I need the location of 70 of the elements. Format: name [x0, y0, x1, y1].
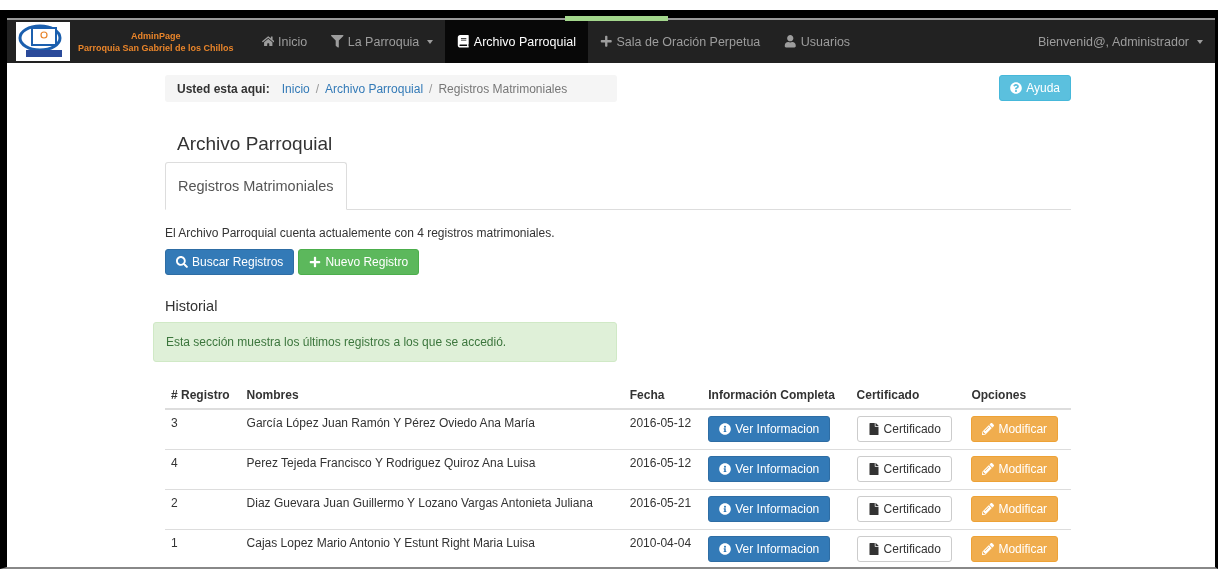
column-header: Fecha [623, 382, 703, 409]
search-icon [176, 256, 188, 268]
view-info-button[interactable]: Ver Informacion [708, 416, 831, 442]
help-icon [1010, 82, 1023, 94]
info-icon [719, 543, 732, 555]
table-cell: García López Juan Ramón Y Pérez Oviedo Ana María [240, 409, 624, 450]
section-title: Historial [165, 298, 219, 314]
table-cell: 3 [165, 409, 241, 450]
column-header: Certificado [850, 382, 966, 409]
home-icon [261, 35, 275, 48]
info-icon [719, 503, 732, 515]
breadcrumb-separator: / [429, 81, 433, 96]
column-header: Información Completa [702, 382, 851, 409]
file-icon [867, 543, 880, 555]
table-cell: Diaz Guevara Juan Guillermo Y Lozano Vargas Antonieta Juliana [240, 489, 624, 530]
pencil-icon [982, 423, 995, 435]
view-info-button[interactable]: Ver Informacion [708, 496, 831, 522]
column-header: Opciones [965, 382, 1071, 409]
certificate-button[interactable]: Certificado [856, 456, 952, 482]
table-cell: 4 [165, 449, 241, 490]
plus-icon [599, 35, 613, 48]
caret-icon [1197, 39, 1203, 44]
breadcrumb-label: Usted esta aqui: [177, 81, 270, 96]
nav-link[interactable]: La Parroquia [319, 20, 446, 63]
funnel-icon [331, 35, 344, 48]
caret-icon [427, 39, 434, 44]
view-info-button[interactable]: Ver Informacion [708, 456, 831, 482]
table-cell: 2016-05-21 [623, 489, 703, 530]
info-icon [719, 463, 732, 475]
table-cell: 2016-05-12 [623, 409, 703, 450]
certificate-button[interactable]: Certificado [856, 496, 952, 522]
pencil-icon [982, 503, 995, 515]
book-icon [457, 35, 470, 48]
new-record-button[interactable]: Nuevo Registro [298, 249, 420, 275]
breadcrumb-link[interactable]: Inicio [281, 81, 310, 96]
info-icon [719, 423, 732, 435]
nav-link[interactable]: Sala de Oración Perpetua [587, 20, 773, 63]
column-header: Nombres [240, 382, 624, 409]
user-icon [784, 35, 797, 48]
file-icon [867, 503, 880, 515]
pencil-icon [982, 463, 995, 475]
breadcrumb-separator: / [315, 81, 320, 96]
table-cell: 1 [165, 529, 241, 569]
certificate-button[interactable]: Certificado [856, 536, 952, 562]
file-icon [867, 423, 880, 435]
brand-subtitle: Parroquia San Gabriel de los Chillos [78, 41, 234, 54]
view-info-button[interactable]: Ver Informacion [708, 536, 831, 562]
page-title: Archivo Parroquial [177, 133, 334, 155]
nav-link[interactable]: Usuarios [772, 20, 863, 63]
info-alert: Esta sección muestra los últimos registros a los que se accedió. [153, 322, 617, 362]
table-cell: Perez Tejeda Francisco Y Rodriguez Quiroz Ana Luisa [240, 449, 624, 490]
breadcrumb-current: Registros Matrimoniales [438, 81, 568, 96]
certificate-button[interactable]: Certificado [856, 416, 952, 442]
column-header: # Registro [165, 382, 241, 409]
table-cell: 2 [165, 489, 241, 530]
summary-text: El Archivo Parroquial cuenta actualemente con 4 registros matrimoniales. [165, 226, 556, 240]
pencil-icon [982, 543, 995, 555]
logo-icon [16, 22, 70, 61]
plus-icon [309, 256, 322, 268]
table-cell: 2016-05-12 [623, 449, 703, 490]
file-icon [867, 463, 880, 475]
search-button[interactable]: Buscar Registros [165, 249, 295, 275]
brand-title: AdminPage [131, 29, 181, 42]
nav-link[interactable]: Archivo Parroquial [445, 20, 588, 63]
breadcrumb-link[interactable]: Archivo Parroquial [325, 81, 424, 96]
tab[interactable]: Registros Matrimoniales [165, 162, 347, 210]
table-cell: 2010-04-04 [623, 529, 703, 569]
nav-link[interactable]: Inicio [249, 20, 320, 63]
table-cell: Cajas Lopez Mario Antonio Y Estunt Right Maria Luisa [240, 529, 624, 569]
user-menu[interactable]: Bienvenid@, Administrador [1026, 20, 1215, 63]
